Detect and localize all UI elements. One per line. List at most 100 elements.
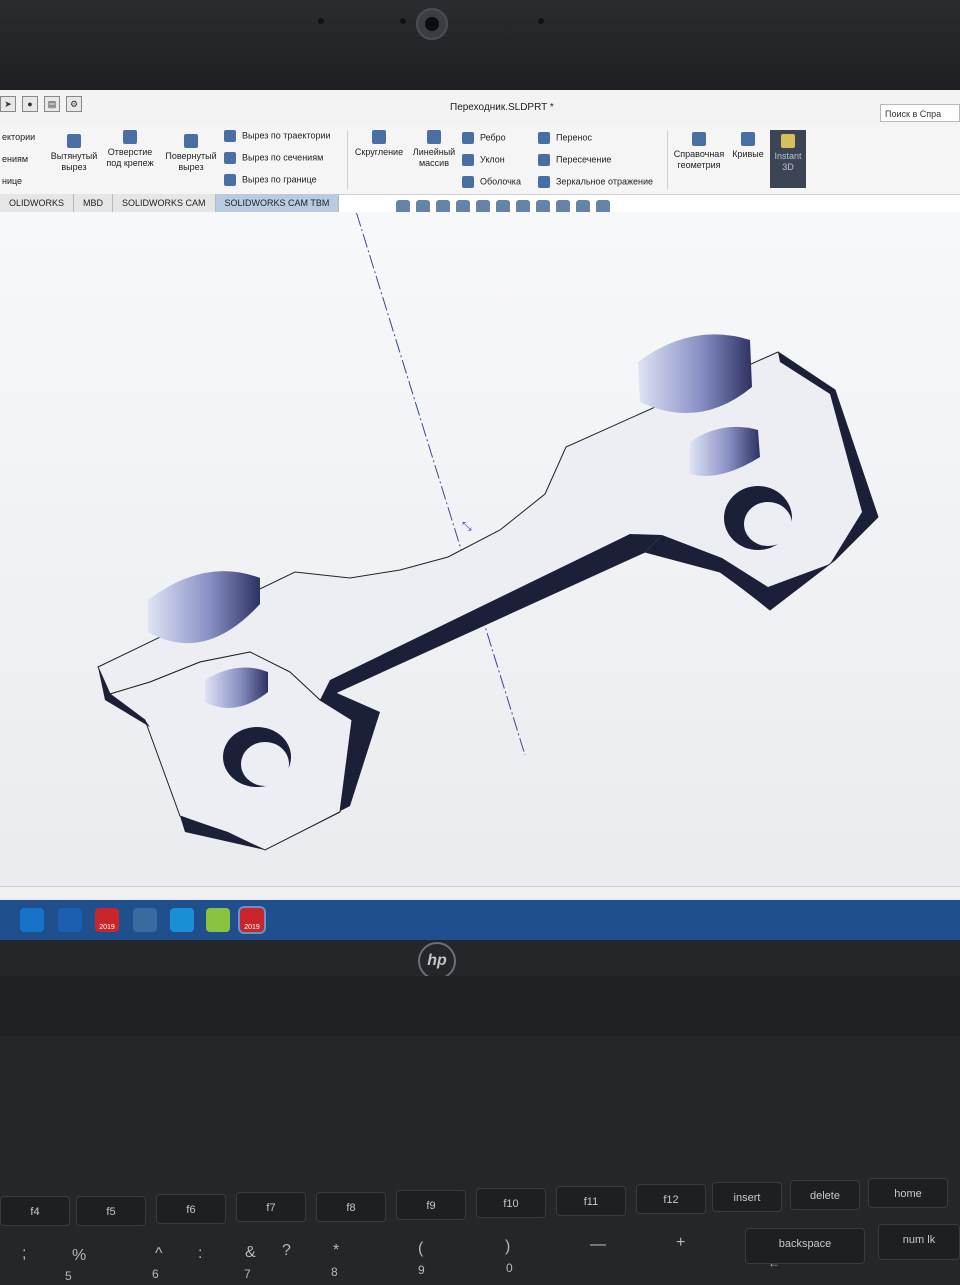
key-9[interactable]: 9 — [418, 1263, 425, 1277]
revolved-cut-button[interactable]: Повернутый вырез — [162, 134, 220, 173]
key-caret[interactable]: ^ — [155, 1245, 163, 1263]
key-7[interactable]: 7 — [244, 1267, 251, 1281]
file-properties-icon[interactable]: ▤ — [44, 96, 60, 112]
solidworks-active-icon[interactable]: 2019 — [238, 906, 266, 934]
fillet-button[interactable]: Скругление — [350, 130, 408, 158]
swept-cut-icon — [224, 130, 236, 142]
app-c2-icon[interactable] — [58, 908, 82, 932]
rebuild-icon[interactable]: ● — [22, 96, 38, 112]
key-0[interactable]: 0 — [506, 1261, 513, 1275]
key-colon[interactable]: : — [198, 1245, 202, 1263]
draft-icon — [462, 154, 474, 166]
key-asterisk[interactable]: * — [333, 1242, 339, 1260]
app-tool-icon[interactable] — [133, 908, 157, 932]
sensor-dot — [318, 18, 324, 24]
quick-access-toolbar: ➤ ● ▤ ⚙ — [0, 96, 82, 112]
linear-pattern-button[interactable]: Линейный массив — [410, 130, 458, 169]
ribbon-item-clipped[interactable]: ениям — [2, 154, 28, 164]
key-f10[interactable]: f10 — [476, 1188, 546, 1218]
hp-logo: hp — [418, 942, 456, 980]
lofted-cut-button[interactable]: Вырез по сечениям — [224, 152, 323, 164]
key-semicolon[interactable]: ; — [22, 1245, 26, 1263]
app-cross-icon[interactable] — [206, 908, 230, 932]
key-f8[interactable]: f8 — [316, 1192, 386, 1222]
screen: ➤ ● ▤ ⚙ Переходник.SLDPRT * Поиск в Спра… — [0, 90, 960, 940]
key-f12[interactable]: f12 — [636, 1184, 706, 1214]
rib-icon — [462, 132, 474, 144]
key-plus[interactable]: + — [676, 1234, 685, 1252]
key-f6[interactable]: f6 — [156, 1194, 226, 1224]
arrow-left-icon: ← — [768, 1256, 780, 1270]
key-f4[interactable]: f4 — [0, 1196, 70, 1226]
window-title: Переходник.SLDPRT * — [450, 102, 554, 113]
features-ribbon: ектории ениям нице Вытянутый вырез Отвер… — [0, 126, 960, 195]
tab-solidworks-cam[interactable]: SOLIDWORKS CAM — [113, 194, 216, 212]
key-dash[interactable]: — — [590, 1236, 606, 1254]
app-diamond-icon[interactable] — [170, 908, 194, 932]
intersect-button[interactable]: Пересечение — [538, 154, 611, 166]
key-ampersand[interactable]: & — [245, 1244, 256, 1262]
curves-button[interactable]: Кривые — [730, 132, 766, 160]
boundary-cut-icon — [224, 174, 236, 186]
instant3d-icon — [781, 134, 795, 148]
webcam — [416, 8, 448, 40]
fillet-icon — [372, 130, 386, 144]
draft-button[interactable]: Уклон — [462, 154, 505, 166]
ribbon-separator — [347, 130, 348, 190]
key-5[interactable]: 5 — [65, 1269, 72, 1283]
hole-wizard-button[interactable]: Отверстие под крепеж — [102, 130, 158, 169]
key-f7[interactable]: f7 — [236, 1192, 306, 1222]
gear-icon[interactable]: ⚙ — [66, 96, 82, 112]
move-button[interactable]: Перенос — [538, 132, 592, 144]
select-arrow-icon[interactable]: ➤ — [0, 96, 16, 112]
extruded-cut-button[interactable]: Вытянутый вырез — [46, 134, 102, 173]
search-input[interactable]: Поиск в Спра — [880, 104, 960, 122]
origin-icon: ⤡ — [462, 519, 472, 533]
revolved-cut-icon — [184, 134, 198, 148]
tab-mbd[interactable]: MBD — [74, 194, 114, 212]
key-paren-close[interactable]: ) — [505, 1238, 510, 1256]
move-icon — [538, 132, 550, 144]
graphics-area[interactable]: ⤡ — [0, 191, 960, 920]
key-percent[interactable]: % — [72, 1247, 86, 1265]
laptop-body: hp f4 f5 f6 f7 f8 f9 f10 f11 f12 insert … — [0, 940, 960, 1285]
key-num-lock[interactable]: num lk — [878, 1224, 960, 1260]
sensor-dot — [400, 18, 406, 24]
part-model[interactable]: ⤡ — [0, 191, 960, 892]
key-delete[interactable]: delete — [790, 1180, 860, 1210]
key-insert[interactable]: insert — [712, 1182, 782, 1212]
reference-geometry-button[interactable]: Справочная геометрия — [670, 132, 728, 171]
solidworks-icon[interactable]: 2019 — [95, 908, 119, 932]
hinge — [0, 976, 960, 1036]
ribbon-item-clipped[interactable]: ектории — [2, 132, 35, 142]
key-f9[interactable]: f9 — [396, 1190, 466, 1220]
key-paren-open[interactable]: ( — [418, 1240, 423, 1258]
swept-cut-button[interactable]: Вырез по траектории — [224, 130, 331, 142]
linear-pattern-icon — [427, 130, 441, 144]
rib-button[interactable]: Ребро — [462, 132, 506, 144]
tab-solidworks[interactable]: OLIDWORKS — [0, 194, 75, 212]
mirror-icon — [538, 176, 550, 188]
mirror-button[interactable]: Зеркальное отражение — [538, 176, 653, 188]
key-home[interactable]: home — [868, 1178, 948, 1208]
ribbon-separator — [667, 130, 668, 190]
app-c-icon[interactable] — [20, 908, 44, 932]
key-backspace[interactable]: backspace — [745, 1228, 865, 1264]
ribbon-item-clipped[interactable]: нице — [2, 176, 22, 186]
tab-solidworks-cam-tbm[interactable]: SOLIDWORKS CAM TBM — [215, 194, 340, 212]
lofted-cut-icon — [224, 152, 236, 164]
boundary-cut-button[interactable]: Вырез по границе — [224, 174, 317, 186]
key-8[interactable]: 8 — [331, 1265, 338, 1279]
shell-icon — [462, 176, 474, 188]
shell-button[interactable]: Оболочка — [462, 176, 521, 188]
key-6[interactable]: 6 — [152, 1267, 159, 1281]
instant3d-button[interactable]: Instant 3D — [770, 130, 806, 188]
reference-geometry-icon — [692, 132, 706, 146]
monitor-top-bezel — [0, 0, 960, 90]
curves-icon — [741, 132, 755, 146]
key-question[interactable]: ? — [282, 1242, 291, 1260]
left-hole-inner — [241, 742, 289, 786]
right-hole-inner — [744, 502, 792, 546]
key-f5[interactable]: f5 — [76, 1196, 146, 1226]
key-f11[interactable]: f11 — [556, 1186, 626, 1216]
